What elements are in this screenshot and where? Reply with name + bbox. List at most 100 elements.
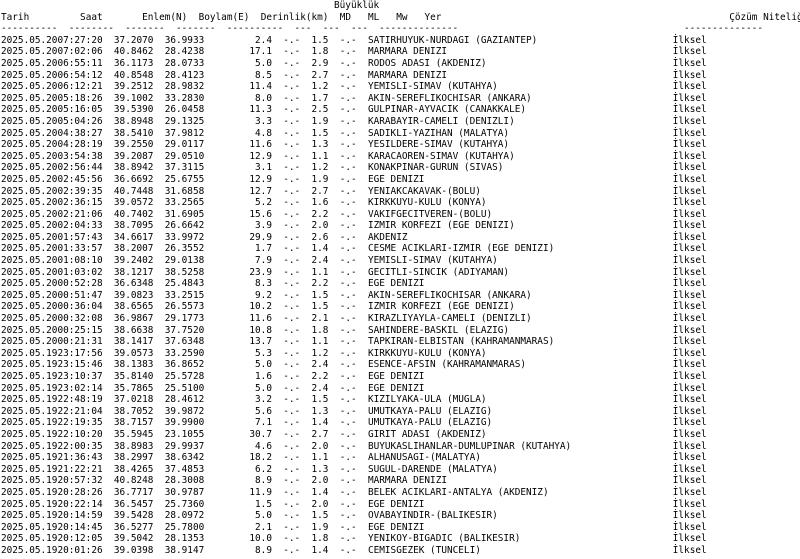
table-cell: -.-: [283, 173, 312, 185]
table-cell: İlksel: [672, 81, 707, 93]
table-cell: GECITLI-SINCIK (ADIYAMAN): [367, 266, 673, 278]
table-cell: KARACAOREN-SIMAV (KUTAHYA): [367, 150, 673, 162]
table-cell: 2025.05.19: [1, 428, 58, 440]
table-cell: 02:04:33: [57, 220, 114, 232]
table-row: 2025.05.1920:22:14 36.5457 25.7360 1.5 -…: [1, 499, 800, 511]
table-cell: İlksel: [672, 127, 707, 139]
table-cell: -.-: [283, 336, 312, 348]
table-cell: EGE DENIZI: [367, 382, 673, 394]
table-cell: 39.9872: [164, 405, 216, 417]
table-cell: İlksel: [672, 324, 707, 336]
table-cell: İlksel: [672, 475, 707, 487]
table-cell: 39.0572: [113, 197, 165, 209]
table-cell: -.-: [339, 324, 368, 336]
table-cell: 38.6638: [113, 324, 165, 336]
table-cell: 00:52:28: [57, 278, 114, 290]
table-cell: -.-: [339, 452, 368, 464]
table-cell: 37.2070: [113, 34, 165, 46]
table-cell: 20:57:32: [57, 475, 114, 487]
table-cell: -.-: [283, 463, 312, 475]
table-cell: 2.7: [311, 185, 340, 197]
table-cell: -.-: [283, 394, 312, 406]
col-mw-header: Mw: [396, 11, 408, 23]
table-cell: 39.5428: [113, 510, 165, 522]
table-cell: 10.8: [215, 324, 284, 336]
table-cell: -.-: [283, 127, 312, 139]
table-cell: 36.9867: [113, 313, 165, 325]
table-cell: EGE DENIZI: [367, 498, 673, 510]
table-cell: 33.2590: [164, 347, 216, 359]
table-cell: RODOS ADASI (AKDENIZ): [367, 57, 673, 69]
table-cell: 39.1002: [113, 92, 165, 104]
table-cell: 26.3552: [164, 243, 216, 255]
table-cell: İlksel: [672, 115, 707, 127]
table-cell: -.-: [339, 92, 368, 104]
table-cell: -.-: [283, 185, 312, 197]
table-cell: 38.2007: [113, 243, 165, 255]
table-cell: 36.6348: [113, 278, 165, 290]
table-cell: UMUTKAYA-PALU (ELAZIG): [367, 405, 673, 417]
table-cell: 37.0218: [113, 394, 165, 406]
table-cell: 12.7: [215, 185, 284, 197]
table-cell: 2025.05.19: [1, 533, 58, 545]
table-cell: 1.5: [311, 127, 340, 139]
table-cell: 2025.05.20: [1, 115, 58, 127]
column-header-row: Tarih Saat Enlem(N) Boylam(E) Derinlik(k…: [1, 12, 800, 24]
table-cell: -.-: [283, 417, 312, 429]
table-cell: 20:28:26: [57, 486, 114, 498]
table-cell: İlksel: [672, 243, 707, 255]
table-cell: İlksel: [672, 405, 707, 417]
table-cell: YEMISLI-SIMAV (KUTAHYA): [367, 255, 673, 267]
table-cell: 1.5: [311, 510, 340, 522]
table-cell: SATIRHUYUK-NURDAGI (GAZIANTEP): [367, 34, 673, 46]
table-cell: 39.2087: [113, 150, 165, 162]
table-cell: MARMARA DENIZI: [367, 69, 673, 81]
table-cell: 28.0972: [164, 510, 216, 522]
table-cell: -.-: [283, 243, 312, 255]
table-cell: 31.6905: [164, 208, 216, 220]
table-cell: 2025.05.20: [1, 336, 58, 348]
table-cell: -.-: [339, 510, 368, 522]
table-cell: 2.2: [311, 278, 340, 290]
table-row: 2025.05.1923:02:14 35.7865 25.5100 5.0 -…: [1, 383, 800, 395]
table-cell: İlksel: [672, 452, 707, 464]
table-cell: 2.4: [311, 359, 340, 371]
table-cell: 2025.05.20: [1, 197, 58, 209]
table-cell: -.-: [339, 208, 368, 220]
table-cell: -.-: [339, 127, 368, 139]
table-cell: 37.7520: [164, 324, 216, 336]
table-cell: 2.0: [311, 475, 340, 487]
table-cell: -.-: [283, 498, 312, 510]
table-cell: 2025.05.19: [1, 382, 58, 394]
table-cell: 36.9933: [164, 34, 216, 46]
table-cell: -.-: [339, 405, 368, 417]
table-cell: 3.1: [215, 162, 284, 174]
table-cell: 20:14:45: [57, 521, 114, 533]
table-cell: 38.7157: [113, 417, 165, 429]
table-cell: -.-: [283, 289, 312, 301]
table-cell: 35.5945: [113, 428, 165, 440]
table-row: 2025.05.1921:22:21 38.4265 37.4853 6.2 -…: [1, 464, 800, 476]
table-cell: GIRIT ADASI (AKDENIZ): [367, 428, 673, 440]
table-cell: 11.3: [215, 104, 284, 116]
table-cell: 1.7: [215, 243, 284, 255]
table-cell: 2.7: [311, 428, 340, 440]
table-cell: 2025.05.19: [1, 417, 58, 429]
table-row: 2025.05.1920:28:26 36.7717 30.9787 11.9 …: [1, 487, 800, 499]
table-cell: 36.5277: [113, 521, 165, 533]
table-cell: -.-: [339, 359, 368, 371]
table-cell: 39.2402: [113, 255, 165, 267]
table-cell: 1.2: [311, 347, 340, 359]
table-cell: 9.2: [215, 289, 284, 301]
table-row: 2025.05.2002:36:15 39.0572 33.2565 5.2 -…: [1, 197, 800, 209]
table-cell: -.-: [283, 486, 312, 498]
table-cell: 1.1: [311, 266, 340, 278]
table-cell: 29.0117: [164, 139, 216, 151]
table-cell: 38.8942: [113, 162, 165, 174]
table-cell: 2.2: [311, 208, 340, 220]
table-cell: -.-: [339, 243, 368, 255]
table-cell: 07:27:20: [57, 34, 114, 46]
table-cell: 2025.05.19: [1, 440, 58, 452]
table-cell: AKIN-SEREFLIKOCHISAR (ANKARA): [367, 92, 673, 104]
table-cell: ESENCE-AFSIN (KAHRAMANMARAS): [367, 359, 673, 371]
